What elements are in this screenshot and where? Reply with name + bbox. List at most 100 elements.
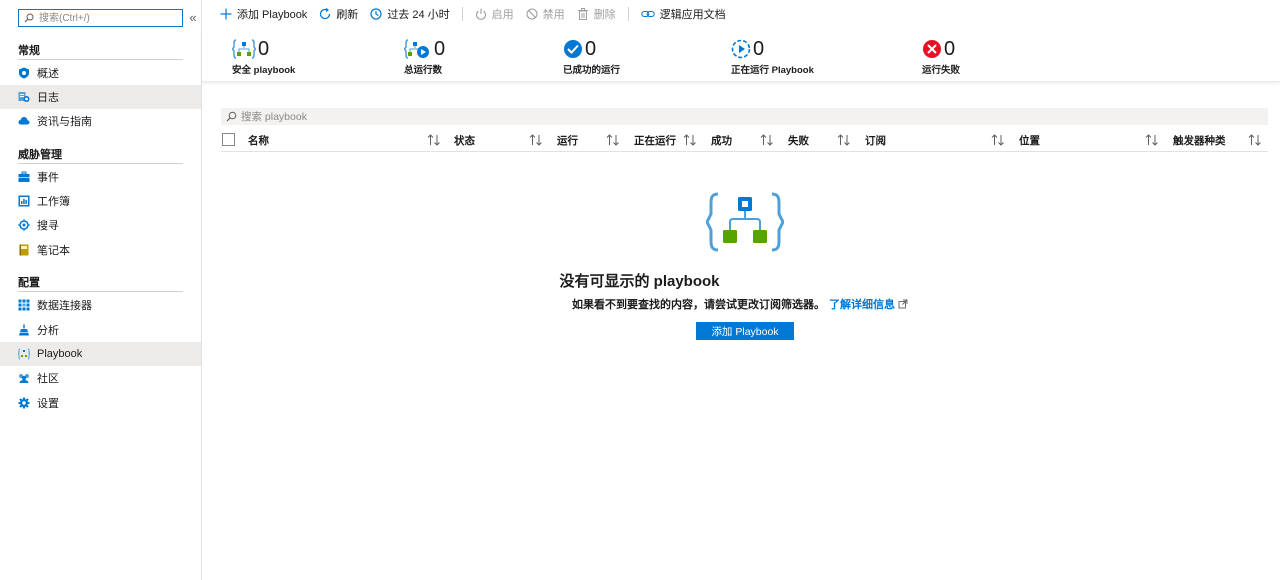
plus-icon [220, 8, 232, 20]
sort-icon[interactable] [427, 134, 441, 146]
failed-x-icon [923, 40, 941, 58]
sidebar-item-news[interactable]: 资讯与指南 [0, 109, 201, 133]
sort-icon[interactable] [1248, 134, 1262, 146]
sidebar-item-community[interactable]: 社区 [0, 366, 201, 390]
sort-icon[interactable] [683, 134, 697, 146]
sidebar-item-label: 概述 [37, 68, 59, 80]
sort-icon[interactable] [529, 134, 543, 146]
collapse-sidebar-button[interactable]: « [186, 10, 200, 26]
sidebar-item-analytics[interactable]: 分析 [0, 318, 201, 342]
briefcase-icon [18, 171, 30, 183]
stat-successful-runs: 0 已成功的运行 [563, 38, 620, 76]
sidebar-item-overview[interactable]: 概述 [0, 61, 201, 85]
stat-total-runs: 0 总运行数 [404, 38, 445, 76]
total-runs-icon [404, 39, 429, 59]
stat-value: 0 [944, 38, 956, 60]
stats-bar: 0 安全 playbook 0 总运行数 0 已成功的运行 0 正在运行 Pla… [202, 30, 1280, 82]
sidebar-item-incidents[interactable]: 事件 [0, 165, 201, 189]
empty-state-message: 如果看不到要查找的内容，请尝试更改订阅筛选器。 了解详细信息 [572, 296, 908, 312]
sidebar-search[interactable] [18, 9, 183, 27]
column-label: 触发器种类 [1173, 134, 1226, 147]
column-succeeded[interactable]: 成功 [711, 128, 732, 152]
column-label: 成功 [711, 134, 732, 147]
sidebar-search-input[interactable] [39, 11, 175, 25]
stat-value: 0 [258, 38, 270, 60]
learn-more-link[interactable]: 了解详细信息 [829, 296, 895, 312]
empty-state-add-playbook-button[interactable]: 添加 Playbook [696, 322, 794, 340]
running-icon [731, 39, 751, 59]
column-location[interactable]: 位置 [1019, 128, 1040, 152]
playbook-braces-icon [232, 39, 256, 59]
sidebar-item-label: 数据连接器 [37, 300, 92, 312]
time-range-label: 过去 24 小时 [387, 9, 450, 21]
sort-icon[interactable] [991, 134, 1005, 146]
sidebar-item-settings[interactable]: 设置 [0, 391, 201, 415]
disable-label: 禁用 [542, 9, 565, 21]
sort-icon[interactable] [760, 134, 774, 146]
sidebar-item-logs[interactable]: 日志 [0, 85, 201, 109]
sidebar-item-label: 笔记本 [37, 245, 70, 257]
column-runs[interactable]: 运行 [557, 128, 578, 152]
logic-apps-docs-link[interactable]: 逻辑应用文档 [640, 6, 726, 22]
stat-label: 正在运行 Playbook [731, 65, 814, 76]
column-label: 订阅 [865, 134, 886, 147]
column-name[interactable]: 名称 [248, 128, 269, 152]
refresh-button[interactable]: 刷新 [319, 6, 358, 22]
delete-button[interactable]: 删除 [577, 6, 616, 22]
column-label: 名称 [248, 134, 269, 147]
toolbar-divider [461, 7, 463, 21]
empty-state-title-text: 没有可显示的 playbook [559, 273, 720, 290]
stat-label: 已成功的运行 [563, 65, 621, 76]
search-icon [226, 111, 237, 122]
sidebar-item-label: 工作簿 [37, 196, 70, 208]
add-playbook-label: 添加 Playbook [237, 9, 308, 21]
empty-state-title: 没有可显示的 playbook [0, 270, 1280, 291]
column-subscription[interactable]: 订阅 [865, 128, 886, 152]
sidebar-item-data-connectors[interactable]: 数据连接器 [0, 293, 201, 317]
time-range-button[interactable]: 过去 24 小时 [370, 6, 450, 22]
enable-button[interactable]: 启用 [475, 6, 514, 22]
playbook-search[interactable] [221, 108, 1268, 125]
logic-apps-docs-label: 逻辑应用文档 [659, 9, 726, 21]
stat-label: 安全 playbook [232, 65, 296, 76]
sort-icon[interactable] [606, 134, 620, 146]
playbook-empty-icon [706, 192, 784, 252]
stat-value: 0 [434, 38, 446, 60]
sidebar-item-label: Playbook [37, 348, 83, 360]
stat-value: 0 [585, 38, 597, 60]
grid-icon [18, 299, 30, 311]
search-icon [24, 13, 34, 23]
playbook-search-input[interactable] [241, 110, 1141, 123]
disable-button[interactable]: 禁用 [526, 6, 565, 22]
sidebar-item-notebooks[interactable]: 笔记本 [0, 238, 201, 262]
column-status[interactable]: 状态 [454, 128, 475, 152]
column-running[interactable]: 正在运行 [634, 128, 676, 152]
sidebar-item-label: 设置 [37, 398, 59, 410]
flask-icon [18, 324, 30, 336]
delete-label: 删除 [593, 9, 616, 21]
column-failed[interactable]: 失败 [788, 128, 809, 152]
trash-icon [577, 8, 588, 20]
refresh-icon [320, 8, 331, 20]
column-label: 失败 [788, 134, 809, 147]
column-label: 状态 [454, 134, 475, 147]
add-playbook-button[interactable]: 添加 Playbook [220, 6, 307, 22]
stat-security-playbooks: 0 安全 playbook [232, 38, 295, 76]
stat-value: 0 [753, 38, 765, 60]
sidebar-item-workbooks[interactable]: 工作簿 [0, 189, 201, 213]
sort-icon[interactable] [1145, 134, 1159, 146]
select-all-checkbox[interactable] [222, 133, 235, 146]
grid-header: 名称 状态 运行 正在运行 成功 失败 订阅 位置 触发器种类 [221, 128, 1268, 152]
power-icon [475, 8, 486, 20]
column-label: 运行 [557, 134, 578, 147]
sidebar-item-label: 分析 [37, 325, 59, 337]
cloud-icon [18, 115, 30, 127]
gear-icon [18, 397, 30, 409]
enable-label: 启用 [491, 9, 514, 21]
sidebar-item-hunting[interactable]: 搜寻 [0, 213, 201, 237]
sort-icon[interactable] [837, 134, 851, 146]
column-trigger-kind[interactable]: 触发器种类 [1173, 128, 1226, 152]
sidebar-item-playbook[interactable]: Playbook [0, 342, 201, 366]
learn-more-label: 了解详细信息 [829, 299, 895, 311]
sidebar-item-label: 社区 [37, 373, 59, 385]
